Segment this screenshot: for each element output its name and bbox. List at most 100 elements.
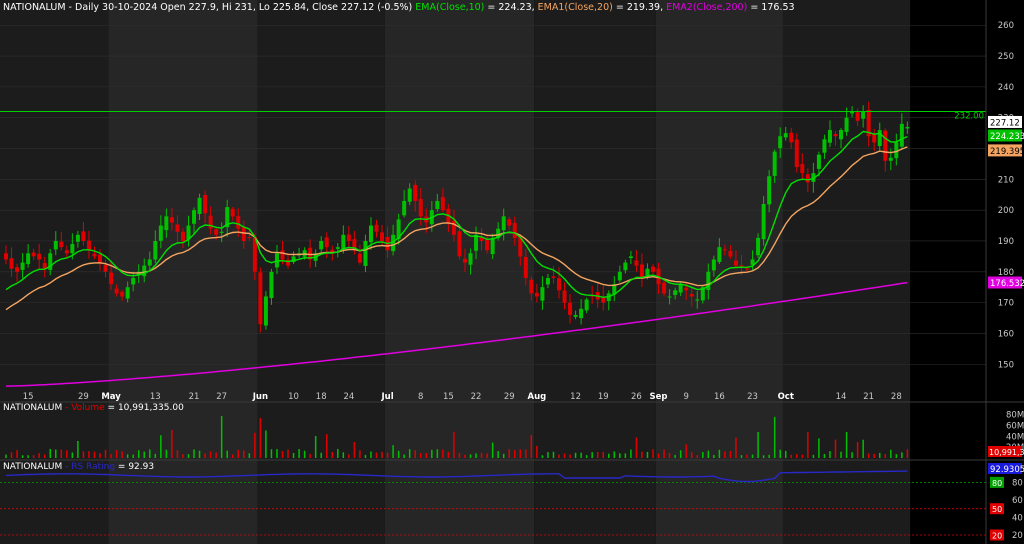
candle-body [164,216,169,231]
price-tick-label: 260 [998,21,1014,31]
volume-header-value: = 10,991,335.00 [105,403,184,413]
chart-canvas: 232.00 150160170180190200210220230240250… [0,0,1024,544]
candle-body [855,112,860,121]
candle-body [711,259,716,271]
candle-body [319,240,324,250]
candle-body [717,247,722,262]
right-axis: 150160170180190200210220230240250260227.… [988,21,1024,541]
price-tick-label: 240 [998,83,1014,93]
candle-body [26,253,31,265]
candle-body [905,126,910,129]
header-ema20-label: EMA1(Close,20) [535,2,613,13]
candle-body [241,227,246,241]
candle-body [357,253,362,263]
candle-body [180,231,185,241]
candle-body [899,123,904,147]
candle-body [131,277,136,285]
date-tick-label: 19 [598,392,609,402]
date-tick-label: Aug [528,392,547,402]
volume-tag: 10,991,33 [989,448,1024,457]
candle-body [81,231,86,241]
candle-body [551,276,556,278]
candle-body [114,288,119,294]
price-tick-label: 190 [998,237,1014,247]
rs-level-tag: 20 [992,531,1002,540]
date-tick-label: 23 [747,392,758,402]
candle-body [733,260,738,266]
date-tick-label: 15 [443,392,454,402]
candle-body [142,265,147,277]
candle-body [280,250,285,260]
candle-body [31,252,36,257]
candle-body [861,111,866,119]
date-tick-label: 21 [863,392,874,402]
candle-body [462,258,467,263]
candle-body [645,268,650,276]
date-tick-label: 12 [570,392,581,402]
candle-body [451,220,456,235]
date-tick-label: 9 [683,392,688,402]
resistance-label: 232.00 [954,112,984,122]
date-tick-label: 27 [216,392,227,402]
candle-body [662,282,667,294]
candle-body [169,217,174,223]
candle-body [695,299,700,301]
volume-header-label: - Volume [62,403,105,413]
candle-body [374,224,379,232]
price-header: NATIONALUM - Daily 30-10-2024 Open 227.9… [3,2,795,13]
candle-body [20,262,25,270]
candle-body [15,267,20,272]
rs-tick-label: 60 [1012,496,1023,506]
candle-body [833,134,838,137]
price-tick-label: 160 [998,329,1014,339]
volume-header: NATIONALUM - Volume = 10,991,335.00 [3,403,184,413]
candle-body [70,244,75,254]
candle-body [639,264,644,278]
rs-tag: 92.9305 [990,465,1024,475]
candle-body [341,234,346,249]
candle-body [540,287,545,301]
candle-body [286,259,291,266]
candle-body [883,130,888,161]
candle-body [440,197,445,211]
candle-body [363,240,368,266]
candle-body [98,254,103,263]
candle-body [413,184,418,201]
rs-header: NATIONALUM - RS Rating = 92.93 [3,462,154,472]
candle-body [512,222,517,238]
candle-body [175,224,180,232]
candle-body [573,314,578,317]
date-tick-label: 14 [836,392,847,402]
candle-body [247,237,252,239]
rs-header-label: - RS Rating [62,462,115,472]
volume-header-symbol: NATIONALUM [3,403,62,413]
date-tick-label: 28 [891,392,902,402]
date-tick-label: Jul [380,392,393,402]
rs-level-tag: 50 [992,505,1002,514]
date-tick-label: 16 [714,392,725,402]
candle-body [728,250,733,257]
date-tick-label: 26 [631,392,642,402]
header-ema20-value: = 219.39, [613,2,663,13]
rs-tick-label: 80 [1012,478,1023,488]
candle-body [474,234,479,251]
date-tick-label: 13 [150,392,161,402]
volume-tick-label: 60M [1006,422,1024,432]
price-tick-label: 250 [998,52,1014,62]
candle-body [120,291,125,297]
candle-body [794,139,799,168]
candle-body [9,258,14,269]
candle-body [435,200,440,209]
date-tick-label: Oct [778,392,794,402]
candle-body [545,277,550,285]
candle-body [529,279,534,294]
candle-body [269,271,274,299]
ema200-tag: 176.532 [990,279,1024,289]
candle-body [667,296,672,298]
candle-body [197,197,202,214]
candle-body [523,256,528,278]
price-tick-label: 150 [998,360,1014,370]
candle-body [230,208,235,217]
candle-body [324,237,329,248]
candle-body [109,272,114,285]
